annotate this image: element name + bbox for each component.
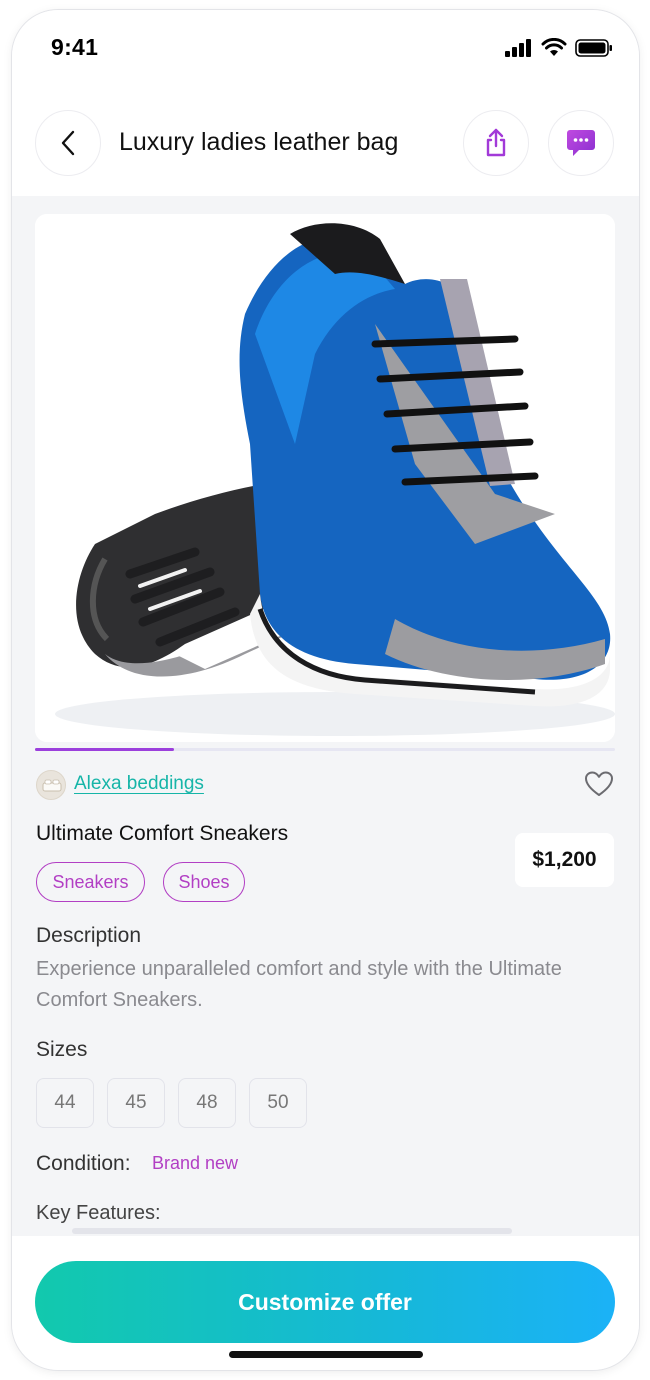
size-option[interactable]: 45 [107, 1078, 165, 1128]
condition-value: Brand new [152, 1153, 239, 1173]
sizes-label: Sizes [36, 1038, 88, 1061]
battery-icon [575, 38, 612, 57]
tag-chip[interactable]: Shoes [163, 862, 245, 902]
seller-avatar[interactable] [36, 770, 66, 800]
tag-chip[interactable]: Sneakers [36, 862, 145, 902]
page-title: Luxury ladies leather bag [119, 128, 399, 156]
share-icon [486, 128, 506, 157]
key-features-label: Key Features: [36, 1202, 161, 1224]
description-label: Description [36, 924, 142, 947]
chat-button[interactable] [548, 110, 614, 176]
gallery-progress [35, 748, 615, 751]
size-option[interactable]: 50 [249, 1078, 307, 1128]
gallery-progress-fill [35, 748, 175, 751]
product-image[interactable] [35, 214, 615, 742]
status-time: 9:41 [51, 34, 99, 60]
size-option[interactable]: 48 [178, 1078, 236, 1128]
price-badge: $1,200 [515, 833, 614, 887]
seller-name-link[interactable]: Alexa beddings [74, 773, 204, 795]
chat-bubble-icon [567, 130, 595, 156]
status-icons [505, 38, 613, 57]
description-text: Experience unparalleled comfort and styl… [36, 958, 562, 1011]
wifi-icon [541, 38, 567, 56]
chevron-left-icon [61, 130, 75, 156]
bed-icon [42, 779, 62, 792]
cellular-signal-icon [505, 38, 531, 57]
customize-offer-button[interactable]: Customize offer [35, 1261, 615, 1343]
product-title: Ultimate Comfort Sneakers [36, 822, 289, 845]
sneaker-illustration [35, 214, 615, 742]
condition-label: Condition: [36, 1152, 131, 1175]
back-button[interactable] [35, 110, 101, 176]
home-indicator [229, 1351, 423, 1358]
phone-screen: 9:41 Luxury ladies leather bag Alexa bed… [12, 10, 639, 1370]
key-features-text-cutoff [72, 1228, 512, 1234]
heart-icon[interactable] [584, 770, 614, 798]
size-option[interactable]: 44 [36, 1078, 94, 1128]
share-button[interactable] [463, 110, 529, 176]
